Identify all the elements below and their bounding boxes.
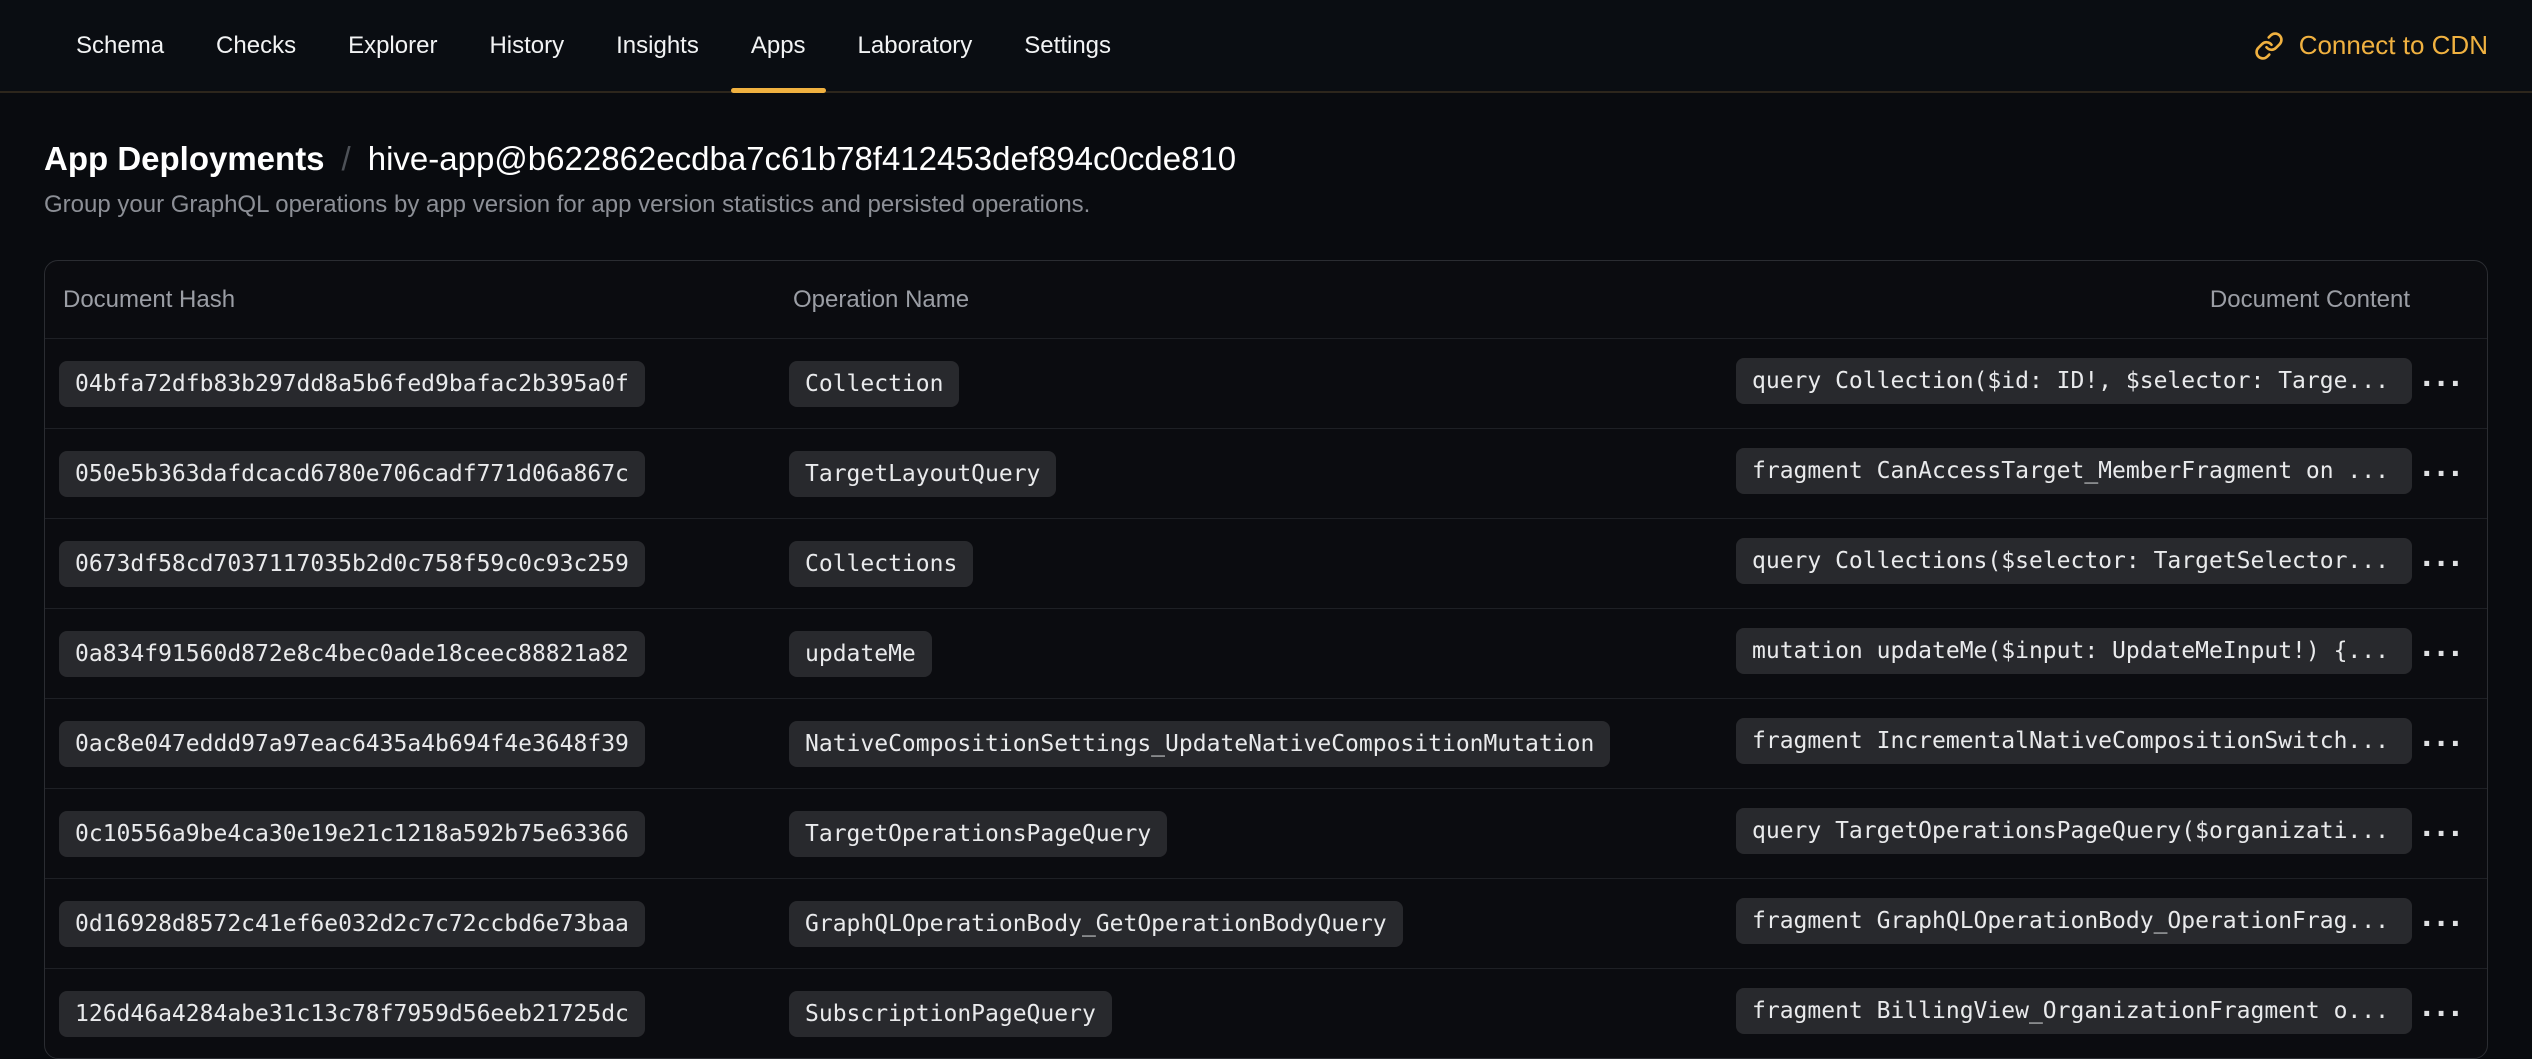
document-content-preview: fragment GraphQLOperationBody_OperationF… — [1736, 898, 2412, 944]
document-content-preview: query Collection($id: ID!, $selector: Ta… — [1736, 358, 2412, 404]
operation-name-badge: Collections — [789, 541, 973, 587]
row-menu-button[interactable]: ··· — [2414, 989, 2473, 1039]
nav-tabs: Schema Checks Explorer History Insights … — [50, 0, 1137, 91]
document-content-preview: fragment IncrementalNativeCompositionSwi… — [1736, 718, 2412, 764]
document-hash-badge: 04bfa72dfb83b297dd8a5b6fed9bafac2b395a0f — [59, 361, 645, 407]
table-body: 04bfa72dfb83b297dd8a5b6fed9bafac2b395a0f… — [45, 338, 2487, 1058]
document-hash-badge: 0673df58cd7037117035b2d0c758f59c0c93c259 — [59, 541, 645, 587]
table-row: 04bfa72dfb83b297dd8a5b6fed9bafac2b395a0f… — [45, 338, 2487, 428]
operation-name-badge: TargetLayoutQuery — [789, 451, 1056, 497]
nav-tab[interactable]: Laboratory — [832, 0, 999, 91]
document-hash-badge: 050e5b363dafdcacd6780e706cadf771d06a867c — [59, 451, 645, 497]
row-menu-button[interactable]: ··· — [2414, 629, 2473, 679]
row-menu-button[interactable]: ··· — [2414, 449, 2473, 499]
document-content-preview: query Collections($selector: TargetSelec… — [1736, 538, 2412, 584]
link-icon — [2254, 31, 2284, 61]
document-content-preview: mutation updateMe($input: UpdateMeInput!… — [1736, 628, 2412, 674]
breadcrumb-current-app: hive-app@b622862ecdba7c61b78f412453def89… — [368, 140, 1236, 178]
document-hash-badge: 126d46a4284abe31c13c78f7959d56eeb21725dc — [59, 991, 645, 1037]
column-header-document-content: Document Content — [1736, 286, 2412, 314]
connect-to-cdn-button[interactable]: Connect to CDN — [2254, 0, 2488, 91]
column-header-document-hash: Document Hash — [59, 286, 789, 314]
nav-tab[interactable]: Insights — [590, 0, 725, 91]
operation-name-badge: updateMe — [789, 631, 932, 677]
connect-to-cdn-label: Connect to CDN — [2299, 30, 2488, 61]
deployments-table: Document Hash Operation Name Document Co… — [44, 260, 2488, 1059]
document-hash-badge: 0c10556a9be4ca30e19e21c1218a592b75e63366 — [59, 811, 645, 857]
row-menu-button[interactable]: ··· — [2414, 809, 2473, 859]
document-content-preview: fragment CanAccessTarget_MemberFragment … — [1736, 448, 2412, 494]
table-row: 0c10556a9be4ca30e19e21c1218a592b75e63366… — [45, 788, 2487, 878]
nav-tab[interactable]: History — [463, 0, 590, 91]
operation-name-badge: GraphQLOperationBody_GetOperationBodyQue… — [789, 901, 1403, 947]
nav-tab[interactable]: Apps — [725, 0, 832, 91]
table-row: 0d16928d8572c41ef6e032d2c7c72ccbd6e73baa… — [45, 878, 2487, 968]
document-content-preview: fragment BillingView_OrganizationFragmen… — [1736, 988, 2412, 1034]
row-menu-button[interactable]: ··· — [2414, 899, 2473, 949]
breadcrumb: App Deployments / hive-app@b622862ecdba7… — [44, 140, 2488, 178]
nav-tab[interactable]: Checks — [190, 0, 322, 91]
nav-tab[interactable]: Explorer — [322, 0, 463, 91]
table-row: 050e5b363dafdcacd6780e706cadf771d06a867c… — [45, 428, 2487, 518]
document-content-preview: query TargetOperationsPageQuery($organiz… — [1736, 808, 2412, 854]
operation-name-badge: Collection — [789, 361, 959, 407]
document-hash-badge: 0a834f91560d872e8c4bec0ade18ceec88821a82 — [59, 631, 645, 677]
top-navigation: Schema Checks Explorer History Insights … — [0, 0, 2532, 93]
document-hash-badge: 0d16928d8572c41ef6e032d2c7c72ccbd6e73baa — [59, 901, 645, 947]
row-menu-button[interactable]: ··· — [2414, 359, 2473, 409]
column-header-operation-name: Operation Name — [789, 286, 1736, 314]
breadcrumb-root[interactable]: App Deployments — [44, 140, 325, 178]
table-row: 0ac8e047eddd97a97eac6435a4b694f4e3648f39… — [45, 698, 2487, 788]
table-row: 126d46a4284abe31c13c78f7959d56eeb21725dc… — [45, 968, 2487, 1058]
main-content: App Deployments / hive-app@b622862ecdba7… — [0, 140, 2532, 1059]
operation-name-badge: SubscriptionPageQuery — [789, 991, 1112, 1037]
nav-tab[interactable]: Schema — [50, 0, 190, 91]
operation-name-badge: TargetOperationsPageQuery — [789, 811, 1167, 857]
table-row: 0673df58cd7037117035b2d0c758f59c0c93c259… — [45, 518, 2487, 608]
breadcrumb-separator: / — [342, 140, 351, 178]
table-header-row: Document Hash Operation Name Document Co… — [45, 261, 2487, 338]
nav-tab[interactable]: Settings — [998, 0, 1137, 91]
operation-name-badge: NativeCompositionSettings_UpdateNativeCo… — [789, 721, 1610, 767]
row-menu-button[interactable]: ··· — [2414, 719, 2473, 769]
page-subtitle: Group your GraphQL operations by app ver… — [44, 191, 2488, 219]
table-row: 0a834f91560d872e8c4bec0ade18ceec88821a82… — [45, 608, 2487, 698]
row-menu-button[interactable]: ··· — [2414, 539, 2473, 589]
document-hash-badge: 0ac8e047eddd97a97eac6435a4b694f4e3648f39 — [59, 721, 645, 767]
